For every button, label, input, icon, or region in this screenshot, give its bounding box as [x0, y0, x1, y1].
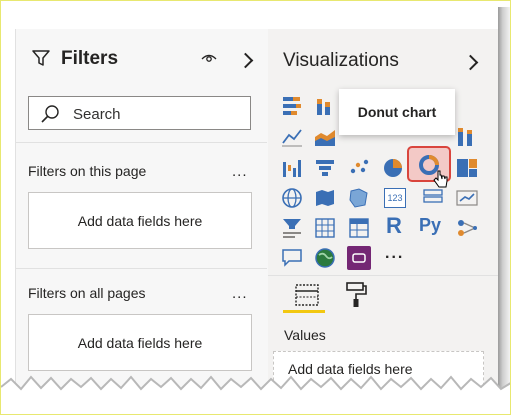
divider — [15, 268, 267, 269]
format-paint-roller-icon[interactable] — [344, 281, 368, 309]
matrix-icon[interactable] — [347, 216, 371, 240]
waterfall-chart-icon[interactable] — [280, 156, 304, 180]
filter-icon — [32, 50, 50, 66]
filled-map-icon[interactable] — [313, 186, 337, 210]
line-chart-icon[interactable] — [280, 125, 304, 149]
qa-visual-icon[interactable] — [280, 246, 304, 270]
table-icon[interactable] — [313, 216, 337, 240]
screenshot-frame: Filters Search Filters on this page ... … — [0, 0, 511, 415]
kpi-icon[interactable] — [455, 186, 479, 210]
area-chart-icon[interactable] — [313, 125, 337, 149]
scatter-chart-icon[interactable] — [347, 156, 371, 180]
eye-icon[interactable] — [200, 51, 218, 65]
divider — [15, 142, 267, 143]
page-filters-drop-well[interactable]: Add data fields here — [28, 192, 252, 249]
pie-chart-icon[interactable] — [381, 156, 405, 180]
map-icon[interactable] — [280, 186, 304, 210]
r-visual-icon[interactable]: R — [386, 213, 402, 239]
funnel-chart-icon[interactable] — [313, 156, 337, 180]
filters-on-all-pages-label: Filters on all pages — [28, 285, 146, 301]
key-influencers-icon[interactable] — [455, 216, 479, 240]
stacked-column-chart-icon[interactable] — [313, 94, 337, 118]
shape-map-icon[interactable] — [347, 186, 371, 210]
card-icon[interactable]: 123 — [384, 188, 406, 208]
search-icon — [41, 105, 59, 123]
all-pages-filters-drop-well[interactable]: Add data fields here — [28, 314, 252, 371]
divider — [268, 275, 498, 276]
search-placeholder: Search — [73, 106, 121, 123]
donut-chart-tooltip: Donut chart — [339, 89, 455, 135]
filters-title: Filters — [61, 48, 119, 69]
filters-on-this-page-label: Filters on this page — [28, 163, 147, 179]
treemap-icon[interactable] — [455, 156, 479, 180]
more-visuals-icon[interactable]: ... — [385, 245, 404, 263]
more-options-icon[interactable]: ... — [232, 285, 248, 302]
values-label: Values — [284, 327, 326, 343]
search-input[interactable]: Search — [28, 96, 251, 130]
torn-edge-decoration — [1, 375, 510, 414]
arcgis-map-icon[interactable] — [313, 246, 337, 270]
multi-row-card-icon[interactable] — [421, 186, 445, 210]
visualizations-title: Visualizations — [283, 50, 399, 71]
stacked-bar-chart-icon[interactable] — [280, 94, 304, 118]
power-apps-icon[interactable] — [347, 246, 371, 270]
python-visual-icon[interactable]: Py — [419, 215, 441, 236]
page-shadow — [498, 7, 510, 402]
fields-tab-underline — [283, 310, 325, 313]
slicer-icon[interactable] — [280, 216, 304, 240]
ribbon-chart-icon[interactable] — [455, 125, 479, 149]
more-options-icon[interactable]: ... — [232, 163, 248, 180]
fields-tab-icon[interactable] — [294, 283, 320, 307]
